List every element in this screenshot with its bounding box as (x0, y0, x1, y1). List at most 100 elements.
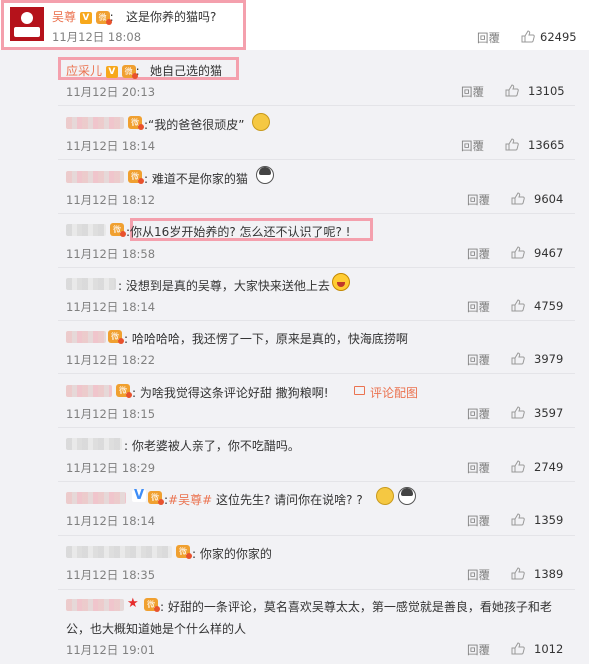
like-count: 1359 (534, 513, 564, 527)
blurred-username[interactable] (66, 331, 106, 343)
star-icon: ★ (127, 596, 139, 611)
medal-icon: 微 (110, 223, 126, 237)
reply-text: :#吴尊# 这位先生? 请问你在说啥? ? (164, 493, 363, 507)
blurred-username[interactable] (66, 492, 126, 504)
blurred-username[interactable] (66, 599, 124, 611)
thumb-up-icon[interactable] (505, 84, 519, 97)
medal-icon: 微 (128, 170, 144, 184)
reply-time: 11月12日 18:58 (66, 247, 156, 261)
reply-time: 11月12日 18:22 (66, 353, 156, 367)
medal-icon: 微 (128, 116, 144, 130)
reply-time: 11月12日 18:12 (66, 193, 156, 207)
cat-emoji (376, 487, 394, 505)
reply-button[interactable]: 回覆 (467, 246, 490, 262)
like-count: 2749 (534, 460, 564, 474)
reply-button[interactable]: 回覆 (467, 352, 490, 368)
thumb-up-icon[interactable] (511, 567, 525, 580)
like-count: 13105 (528, 84, 565, 98)
reply-button[interactable]: 回覆 (461, 84, 484, 100)
cat-emoji (252, 113, 270, 131)
like-count: 9604 (534, 192, 564, 206)
reply-text: :“我的爸爸很顽皮” (144, 118, 245, 132)
thumb-up-icon[interactable] (505, 138, 519, 151)
blurred-username[interactable] (66, 385, 112, 397)
reply-time: 11月12日 18:14 (66, 300, 156, 314)
blurred-username[interactable] (66, 117, 124, 129)
verified-badge: V (132, 488, 146, 503)
like-count: 3597 (534, 406, 564, 420)
divider (58, 213, 575, 214)
reply-button[interactable]: 回覆 (467, 406, 490, 422)
husky-emoji (256, 166, 274, 184)
reply-time: 11月12日 19:01 (66, 643, 156, 657)
thumb-up-icon[interactable] (511, 192, 525, 205)
blurred-username[interactable] (66, 546, 172, 558)
reply-time: 11月12日 18:14 (66, 139, 156, 153)
blurred-username[interactable] (66, 171, 124, 183)
medal-icon: 微 (148, 491, 164, 505)
divider (58, 267, 575, 268)
reply-button[interactable]: 回覆 (467, 192, 490, 208)
reply-button[interactable]: 回覆 (461, 138, 484, 154)
medal-icon: 微 (121, 65, 138, 79)
thumb-up-icon[interactable] (511, 460, 525, 473)
reply-text: 她自己选的猫 (150, 64, 223, 78)
reply-text: : 好甜的一条评论，莫名喜欢吴尊太太，第一感觉就是善良，看她孩子和老 (160, 600, 552, 614)
thumb-up-icon[interactable] (521, 30, 535, 43)
husky-emoji (398, 487, 416, 505)
medal-icon: 微 (176, 545, 192, 559)
blurred-username[interactable] (66, 224, 106, 236)
like-count: 9467 (534, 246, 564, 260)
reply-button[interactable]: 回覆 (467, 642, 490, 658)
like-count: 13665 (528, 138, 565, 152)
laugh-emoji (332, 273, 350, 291)
like-count: 1012 (534, 642, 564, 656)
highlight-frame (1, 0, 246, 50)
blurred-username[interactable] (66, 278, 116, 290)
reply-button[interactable]: 回覆 (467, 299, 490, 315)
reply-time: 11月12日 18:29 (66, 461, 156, 475)
reply-text: : 难道不是你家的猫 (144, 172, 248, 186)
picture-icon (354, 386, 365, 395)
reply-time: 11月12日 18:15 (66, 407, 156, 421)
reply-button[interactable]: 回覆 (477, 30, 500, 46)
thumb-up-icon[interactable] (511, 352, 525, 365)
topic-link[interactable]: #吴尊# (168, 493, 212, 507)
divider (58, 481, 575, 482)
thumb-up-icon[interactable] (511, 642, 525, 655)
like-count: 4759 (534, 299, 564, 313)
divider (58, 373, 575, 374)
reply-text: :你从16岁开始养的? 怎么还不认识了呢? ! (126, 225, 351, 239)
reply-author[interactable]: 应采儿 V 微: (66, 62, 140, 79)
divider (58, 427, 575, 428)
reply-button[interactable]: 回覆 (467, 460, 490, 476)
comment-image-link[interactable]: 评论配图 (370, 384, 418, 401)
medal-icon: 微 (116, 384, 132, 398)
divider (58, 589, 575, 590)
reply-text: : 你家的你家的 (192, 547, 272, 561)
reply-time: 11月12日 18:14 (66, 514, 156, 528)
thumb-up-icon[interactable] (511, 299, 525, 312)
thumb-up-icon[interactable] (511, 246, 525, 259)
reply-button[interactable]: 回覆 (467, 567, 490, 583)
like-count: 1389 (534, 567, 564, 581)
divider (58, 535, 575, 536)
reply-button[interactable]: 回覆 (467, 513, 490, 529)
divider (58, 159, 575, 160)
like-count: 62495 (540, 30, 577, 44)
reply-time: 11月12日 20:13 (66, 85, 156, 99)
reply-text: : 没想到是真的吴尊，大家快来送他上去 (118, 279, 330, 293)
medal-icon: 微 (144, 598, 160, 612)
thumb-up-icon[interactable] (511, 406, 525, 419)
thumb-up-icon[interactable] (511, 513, 525, 526)
reply-text: : 哈哈哈哈，我还愣了一下，原来是真的，快海底捞啊 (124, 332, 408, 346)
reply-time: 11月12日 18:35 (66, 568, 156, 582)
reply-text: : 你老婆被人亲了，你不吃醋吗。 (124, 439, 300, 453)
divider (58, 105, 575, 106)
reply-text: : 为啥我觉得这条评论好甜 撒狗粮啊! (132, 386, 329, 400)
medal-icon: 微 (108, 330, 124, 344)
divider (58, 320, 575, 321)
blurred-username[interactable] (66, 438, 122, 450)
like-count: 3979 (534, 352, 564, 366)
reply-text-continued: 公，也大概知道她是个什么样的人 (66, 622, 247, 636)
